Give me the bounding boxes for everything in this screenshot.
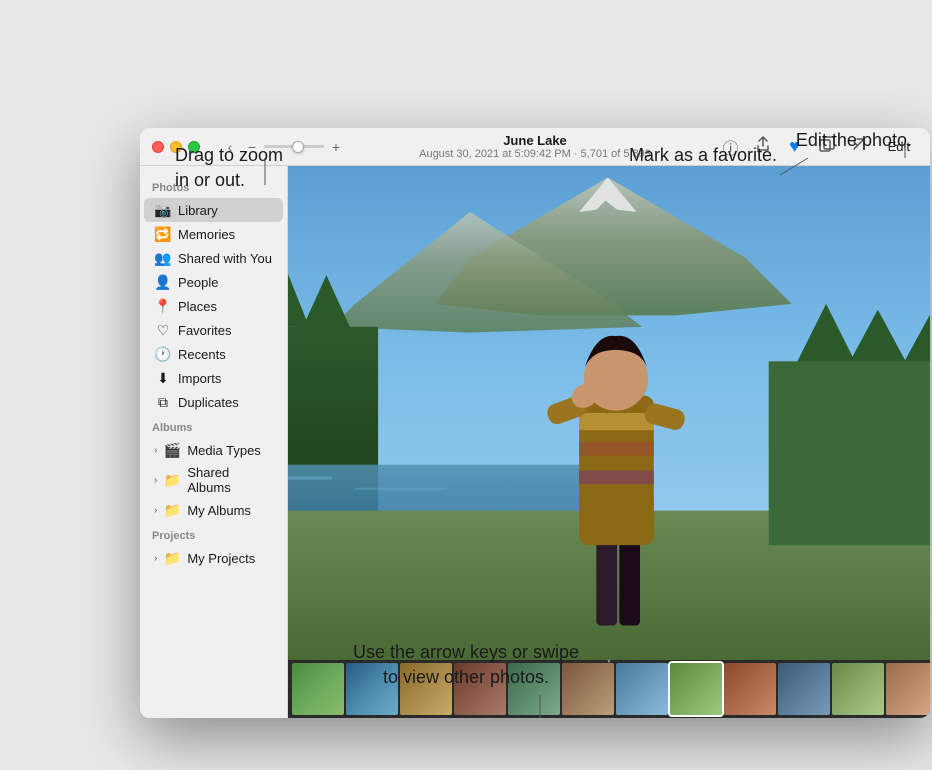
sidebar-item-my-albums[interactable]: › 📁 My Albums [144, 498, 283, 522]
sidebar-label-favorites: Favorites [178, 323, 231, 338]
sidebar-item-places[interactable]: 📍 Places [144, 294, 283, 318]
title-area: June Lake August 30, 2021 at 5:09:42 PM … [419, 133, 651, 160]
people-icon: 👤 [154, 273, 172, 291]
sidebar-item-recents[interactable]: 🕐 Recents [144, 342, 283, 366]
sidebar-item-imports[interactable]: ⬇ Imports [144, 366, 283, 390]
sidebar-item-people[interactable]: 👤 People [144, 270, 283, 294]
photo-title: June Lake [419, 133, 651, 148]
filmstrip-thumb-10[interactable] [778, 663, 830, 715]
sidebar-item-favorites[interactable]: ♡ Favorites [144, 318, 283, 342]
sidebar-item-shared-with-you[interactable]: 👥 Shared with You [144, 246, 283, 270]
annotation-arrow-keys-text: Use the arrow keys or swipe to view othe… [353, 642, 579, 687]
filmstrip-thumb-8[interactable] [670, 663, 722, 715]
sidebar-label-my-projects: My Projects [187, 551, 255, 566]
my-projects-icon: 📁 [163, 549, 181, 567]
sidebar-item-duplicates[interactable]: ⧉ Duplicates [144, 390, 283, 414]
chevron-media-types-icon: › [154, 445, 157, 456]
filmstrip-thumb-11[interactable] [832, 663, 884, 715]
main-photo[interactable] [288, 166, 930, 660]
photos-window: ‹ − + June Lake August 30, 2021 at 5:09:… [140, 128, 930, 718]
annotation-mark-favorite: Mark as a favorite. [629, 143, 777, 168]
sidebar-label-places: Places [178, 299, 217, 314]
sidebar-label-memories: Memories [178, 227, 235, 242]
annotation-edit-photo: Edit the photo. [796, 128, 912, 153]
imports-icon: ⬇ [154, 369, 172, 387]
sidebar: Photos 📷 Library 🔁 Memories 👥 Shared wit… [140, 166, 288, 718]
favorites-icon: ♡ [154, 321, 172, 339]
sidebar-label-library: Library [178, 203, 218, 218]
duplicates-icon: ⧉ [154, 393, 172, 411]
annotation-arrow-keys: Use the arrow keys or swipe to view othe… [306, 640, 626, 690]
sidebar-label-media-types: Media Types [187, 443, 260, 458]
places-icon: 📍 [154, 297, 172, 315]
sidebar-label-duplicates: Duplicates [178, 395, 239, 410]
zoom-plus-button[interactable]: + [328, 139, 344, 155]
projects-section-label: Projects [140, 522, 287, 546]
zoom-slider-thumb[interactable] [292, 141, 304, 153]
sidebar-label-people: People [178, 275, 218, 290]
sidebar-item-memories[interactable]: 🔁 Memories [144, 222, 283, 246]
sidebar-item-library[interactable]: 📷 Library [144, 198, 283, 222]
chevron-my-albums-icon: › [154, 505, 157, 516]
annotation-drag-zoom: Drag to zoom in or out. [175, 143, 283, 193]
sidebar-label-my-albums: My Albums [187, 503, 251, 518]
library-icon: 📷 [154, 201, 172, 219]
shared-icon: 👥 [154, 249, 172, 267]
recents-icon: 🕐 [154, 345, 172, 363]
my-albums-icon: 📁 [163, 501, 181, 519]
sidebar-label-recents: Recents [178, 347, 226, 362]
sidebar-item-shared-albums[interactable]: › 📁 Shared Albums [144, 462, 283, 498]
albums-section-label: Albums [140, 414, 287, 438]
content-area: Photos 📷 Library 🔁 Memories 👥 Shared wit… [140, 166, 930, 718]
sidebar-label-shared: Shared with You [178, 251, 272, 266]
sidebar-item-my-projects[interactable]: › 📁 My Projects [144, 546, 283, 570]
close-button[interactable] [152, 141, 164, 153]
memories-icon: 🔁 [154, 225, 172, 243]
photo-subtitle: August 30, 2021 at 5:09:42 PM · 5,701 of… [419, 148, 651, 160]
sidebar-item-media-types[interactable]: › 🎬 Media Types [144, 438, 283, 462]
filmstrip-thumb-12[interactable] [886, 663, 930, 715]
sidebar-label-imports: Imports [178, 371, 221, 386]
filmstrip-thumb-9[interactable] [724, 663, 776, 715]
chevron-my-projects-icon: › [154, 553, 157, 564]
shared-albums-icon: 📁 [163, 471, 181, 489]
media-types-icon: 🎬 [163, 441, 181, 459]
sidebar-label-shared-albums: Shared Albums [187, 465, 273, 495]
chevron-shared-albums-icon: › [154, 475, 157, 486]
photo-area: ▼ [288, 166, 930, 718]
